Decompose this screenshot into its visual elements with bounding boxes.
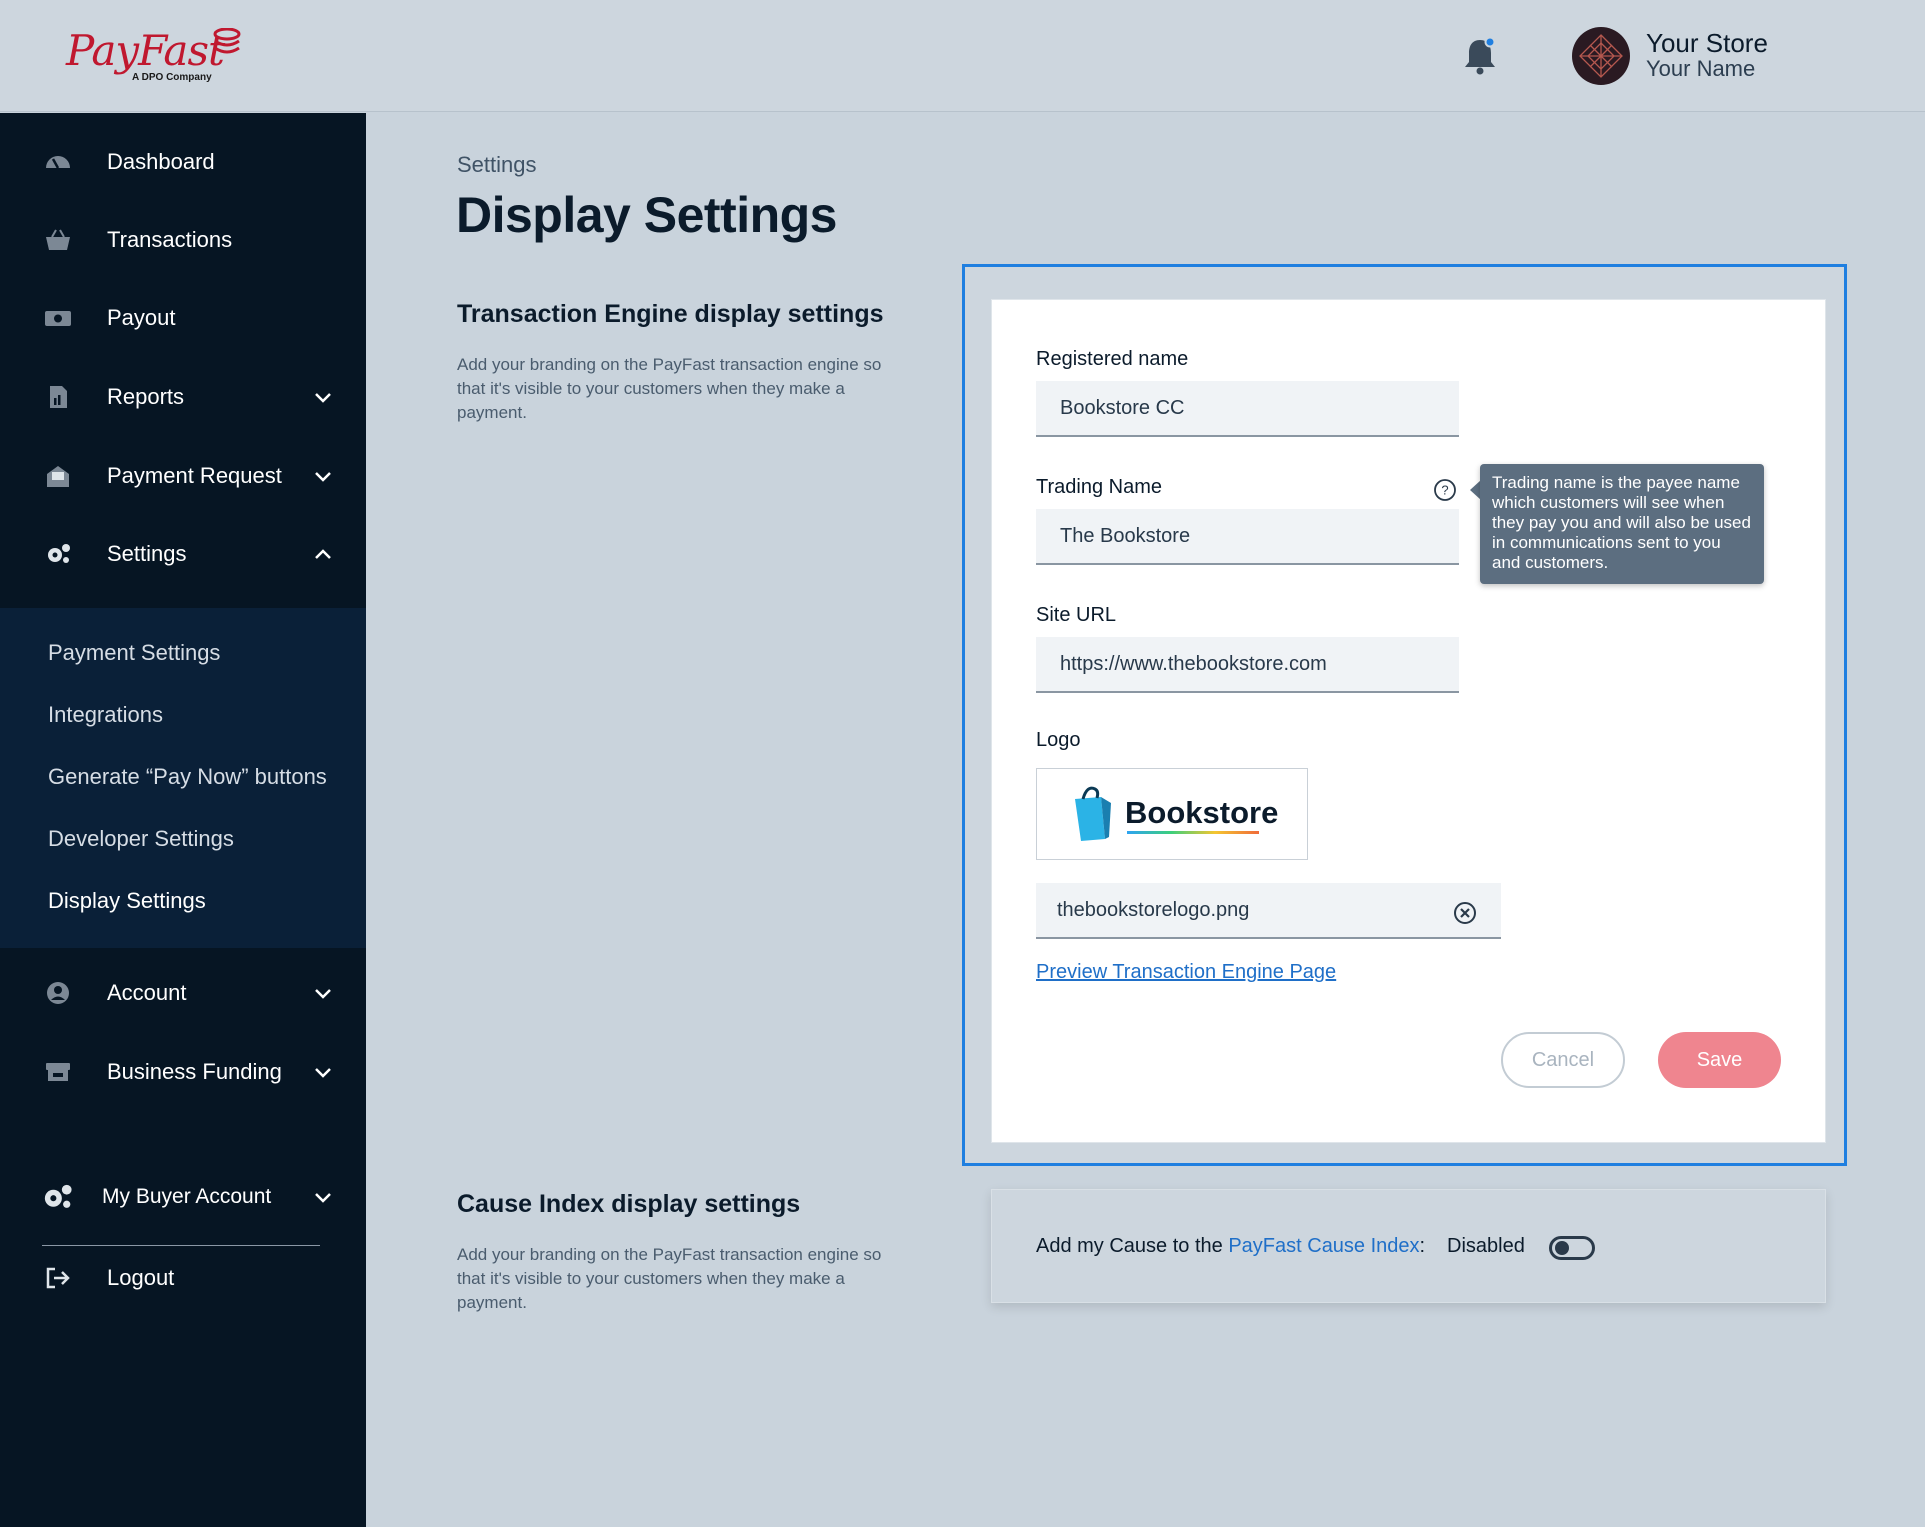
cause-text-prefix: Add my Cause to the [1036,1235,1229,1257]
svg-text:?: ? [1441,483,1448,498]
registered-name-input[interactable]: Bookstore CC [1036,381,1459,437]
sidebar: Dashboard Transactions Payout Reports Pa… [0,113,366,1527]
submenu-item-payment-settings[interactable]: Payment Settings [48,640,220,666]
sidebar-item-logout[interactable]: Logout [0,1248,366,1308]
submenu-item-pay-now-buttons[interactable]: Generate “Pay Now” buttons [48,764,327,790]
logo-wordmark: PayFast [66,26,225,75]
cash-icon [45,311,71,326]
chevron-down-icon [315,393,331,403]
shopping-bag-icon [1075,786,1111,841]
settings-submenu: Payment Settings Integrations Generate “… [0,608,366,948]
sidebar-item-label: Account [107,980,187,1005]
chevron-up-icon [315,549,331,559]
logo-underline [1127,831,1259,834]
breadcrumb[interactable]: Settings [457,152,537,178]
logout-icon [46,1267,70,1289]
logo-preview-text: Bookstore [1125,795,1279,830]
chevron-down-icon [315,472,331,482]
trading-name-label: Trading Name [1036,476,1162,498]
sidebar-item-business-funding[interactable]: Business Funding [0,1042,366,1102]
store-name[interactable]: Your Store [1646,28,1768,59]
logo-label: Logo [1036,729,1081,751]
sidebar-item-dashboard[interactable]: Dashboard [0,132,366,192]
sidebar-item-label: Logout [107,1265,175,1290]
sidebar-item-account[interactable]: Account [0,963,366,1023]
logo-subtitle: A DPO Company [132,72,212,83]
site-url-input[interactable]: https://www.thebookstore.com [1036,637,1459,693]
sidebar-item-label: Payout [107,305,176,330]
cause-index-toggle[interactable] [1549,1236,1595,1260]
payment-request-icon [47,466,69,487]
sidebar-item-label: Payment Request [107,463,282,488]
site-url-label: Site URL [1036,604,1117,626]
bell-icon[interactable] [1462,36,1498,76]
sidebar-item-label: Transactions [107,227,233,252]
top-bar: PayFast A DPO Company Your Store Your Na… [0,0,1925,112]
page-title: Display Settings [456,187,838,243]
close-circle-icon[interactable] [1453,901,1477,925]
toggle-knob [1555,1241,1569,1255]
sidebar-item-label: Business Funding [107,1059,282,1084]
sidebar-item-label: Settings [107,541,187,566]
cause-text-suffix: : [1419,1235,1426,1257]
gears-icon [48,544,70,563]
registered-name-label: Registered name [1036,348,1189,370]
help-icon[interactable]: ? [1433,478,1457,502]
sidebar-item-settings[interactable]: Settings [0,524,366,584]
gears-icon [44,1184,72,1208]
transaction-section-title: Transaction Engine display settings [457,300,884,328]
save-button[interactable]: Save [1658,1032,1781,1088]
logo-file-input[interactable]: thebookstorelogo.png [1036,883,1501,939]
sidebar-item-label: Reports [107,384,185,409]
sidebar-item-my-buyer-account[interactable]: My Buyer Account [0,1167,366,1227]
cancel-button[interactable]: Cancel [1501,1032,1625,1088]
store-icon [46,1063,70,1081]
chevron-down-icon [315,989,331,999]
user-name[interactable]: Your Name [1646,56,1755,82]
sidebar-item-payout[interactable]: Payout [0,288,366,348]
sidebar-item-label: Dashboard [107,149,215,174]
submenu-item-integrations[interactable]: Integrations [48,702,163,728]
payfast-cause-index-link[interactable]: PayFast Cause Index [1228,1235,1419,1257]
avatar-pattern-icon [1579,34,1623,78]
avatar[interactable] [1572,27,1630,85]
trading-name-tooltip: Trading name is the payee name which cus… [1480,464,1764,584]
submenu-item-developer-settings[interactable]: Developer Settings [48,826,234,852]
cause-index-status: Disabled [1447,1235,1525,1257]
basket-icon [46,229,70,250]
submenu-item-display-settings[interactable]: Display Settings [48,888,206,914]
sidebar-item-reports[interactable]: Reports [0,367,366,427]
chevron-down-icon [315,1193,331,1203]
user-icon [47,982,69,1004]
dashboard-gauge-icon [46,156,70,169]
transaction-section-description: Add your branding on the PayFast transac… [457,355,882,422]
cause-section-title: Cause Index display settings [457,1190,801,1218]
trading-name-input[interactable]: The Bookstore [1036,509,1459,565]
report-icon [50,386,67,408]
payfast-logo[interactable]: PayFast A DPO Company [66,26,266,88]
cause-section-description: Add your branding on the PayFast transac… [457,1245,882,1312]
preview-transaction-engine-link[interactable]: Preview Transaction Engine Page [1036,961,1336,984]
logo-preview: Bookstore [1036,768,1308,860]
coins-icon [213,28,241,54]
cause-index-text: Add my Cause to the PayFast Cause Index: [1036,1235,1425,1258]
sidebar-divider [42,1245,320,1246]
sidebar-item-payment-request[interactable]: Payment Request [0,446,366,506]
chevron-down-icon [315,1068,331,1078]
sidebar-item-transactions[interactable]: Transactions [0,210,366,270]
sidebar-item-label: My Buyer Account [102,1185,272,1208]
